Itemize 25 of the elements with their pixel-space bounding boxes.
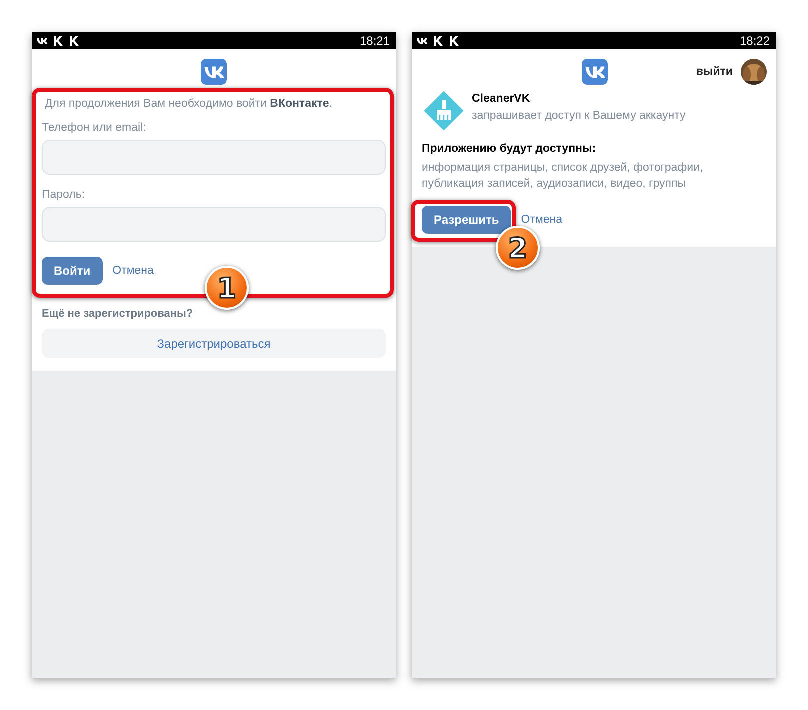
notification-icon <box>52 34 65 46</box>
step-badge: 2 <box>496 226 540 270</box>
cancel-link[interactable]: Отмена <box>521 214 563 226</box>
access-title: Приложению будут доступны: <box>422 143 598 155</box>
register-prompt: Ещё не зарегистрированы? <box>42 308 194 320</box>
vk-logo-icon <box>201 59 227 85</box>
notification-icon <box>68 34 81 46</box>
field-label: Пароль: <box>42 189 86 201</box>
intro-text: Для продолжения Вам необходимо войти ВКонтакте. <box>45 98 334 110</box>
submit-button[interactable]: Разрешить <box>422 206 512 234</box>
input-field[interactable] <box>42 207 386 242</box>
status-time: 18:22 <box>740 34 770 48</box>
app-name: CleanerVK <box>472 93 532 105</box>
submit-button[interactable]: Войти <box>42 257 103 285</box>
notification-icon <box>432 34 445 46</box>
status-time: 18:21 <box>360 34 390 48</box>
cancel-link[interactable]: Отмена <box>112 265 154 277</box>
access-list: информация страницы, список друзей, фотографии, публикация записей, аудиозаписи, видео, группы <box>422 160 766 192</box>
logout-link[interactable]: выйти <box>696 66 733 78</box>
input-field[interactable] <box>42 140 386 175</box>
field-label: Телефон или email: <box>42 122 148 134</box>
register-button[interactable]: Зарегистрироваться <box>42 329 386 358</box>
vk-logo-icon <box>582 59 608 85</box>
app-subtitle: запрашивает доступ к Вашему аккаунту <box>472 110 686 122</box>
notification-icon <box>448 34 461 46</box>
